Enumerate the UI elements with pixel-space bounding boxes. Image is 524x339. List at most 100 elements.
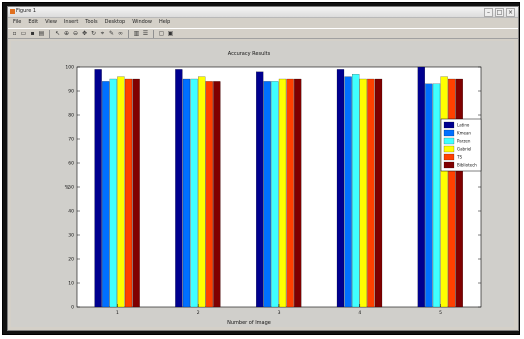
y-tick-label: 40 (68, 209, 74, 215)
bar (425, 83, 433, 308)
bar (448, 78, 456, 308)
data-cursor-icon[interactable]: ⌖ (99, 30, 106, 37)
legend-swatch (443, 153, 455, 161)
bar (455, 78, 463, 308)
legend-swatch (443, 161, 455, 169)
menu-edit[interactable]: Edit (28, 18, 38, 27)
bar (417, 66, 425, 308)
close-button[interactable]: × (506, 8, 515, 17)
toolbar-separator (49, 29, 50, 38)
figure-canvas: Accuracy Results Number of Image % 0 10 20… (11, 41, 514, 327)
bar (374, 78, 383, 308)
y-tick-label: 10 (68, 281, 74, 287)
bar (109, 78, 117, 308)
rotate-icon[interactable]: ↻ (90, 30, 97, 37)
x-tick-label: 4 (358, 310, 361, 316)
bar (294, 78, 302, 308)
open-file-icon[interactable]: ▭ (20, 30, 27, 37)
y-tick-label: 100 (65, 65, 74, 71)
bar (286, 78, 294, 308)
brush-icon[interactable]: ✎ (108, 30, 115, 37)
y-tick-label: 30 (68, 233, 74, 239)
x-tick-label: 2 (197, 310, 200, 316)
legend-swatch (443, 145, 455, 153)
y-tick-label: 70 (68, 137, 74, 143)
legend-swatch (443, 129, 455, 137)
bar (263, 81, 271, 308)
legend-label: Latino (457, 123, 470, 128)
minimize-button[interactable]: – (484, 8, 493, 17)
bar (124, 78, 133, 308)
menu-file[interactable]: File (13, 18, 21, 27)
y-tick-label: 80 (68, 113, 74, 119)
zoom-in-icon[interactable]: ⊕ (63, 30, 70, 37)
colorbar-icon[interactable]: ▥ (133, 30, 140, 37)
edit-plot-icon[interactable]: ↖ (54, 30, 61, 37)
menu-tools[interactable]: Tools (85, 18, 97, 27)
title-bar: Figure 1 – □ × (8, 7, 518, 18)
menu-desktop[interactable]: Desktop (105, 18, 126, 27)
show-tools-icon[interactable]: ▣ (167, 30, 174, 37)
legend-label: Kmean (457, 131, 471, 136)
matlab-icon (10, 9, 15, 14)
legend-label: TS (456, 155, 462, 160)
bar (117, 76, 125, 308)
bar (102, 81, 110, 308)
toolbar-separator (128, 29, 129, 38)
menu-insert[interactable]: Insert (64, 18, 78, 27)
bar (336, 69, 345, 308)
window-title: Figure 1 (16, 8, 37, 14)
chart-title: Accuracy Results (228, 51, 271, 57)
window-controls: – □ × (484, 8, 515, 17)
bar (440, 76, 448, 308)
bar (344, 76, 352, 308)
y-tick-label: 50 (68, 185, 74, 191)
pan-icon[interactable]: ✥ (81, 30, 88, 37)
bar (94, 69, 102, 308)
hide-tools-icon[interactable]: ▢ (158, 30, 165, 37)
y-tick-label: 0 (71, 305, 74, 311)
y-tick-label: 20 (68, 257, 74, 263)
bar (175, 69, 183, 308)
bar (367, 78, 375, 308)
bar (278, 78, 287, 308)
bar (256, 71, 264, 308)
save-icon[interactable]: ▪ (29, 30, 36, 37)
y-tick-label: 60 (68, 161, 74, 167)
y-tick-label: 90 (68, 89, 74, 95)
legend-label: Gabriel (457, 147, 471, 152)
bar-chart: Accuracy Results Number of Image % 01020… (65, 51, 482, 326)
menu-bar: File Edit View Insert Tools Desktop Wind… (8, 18, 518, 27)
bar (198, 76, 206, 308)
bar (432, 83, 441, 308)
legend-label: Parzen (457, 139, 471, 144)
new-figure-icon[interactable]: ▫ (11, 30, 18, 37)
zoom-out-icon[interactable]: ⊖ (72, 30, 79, 37)
figure-toolbar: ▫ ▭ ▪ ▤ ↖ ⊕ ⊖ ✥ ↻ ⌖ ✎ ∞ ▥ ☰ ▢ ▣ (8, 28, 518, 39)
maximize-button[interactable]: □ (495, 8, 504, 17)
menu-help[interactable]: Help (159, 18, 170, 27)
toolbar-separator (153, 29, 154, 38)
legend-swatch (443, 121, 455, 129)
link-icon[interactable]: ∞ (117, 30, 124, 37)
legend-swatch (443, 137, 455, 145)
x-tick-label: 5 (439, 310, 442, 316)
bar (352, 74, 360, 308)
bar (132, 78, 140, 308)
screenshot-frame: Figure 1 – □ × File Edit View Insert Too… (2, 2, 520, 335)
bar (359, 78, 367, 308)
bar (213, 81, 221, 308)
bar (271, 81, 279, 308)
bar (205, 81, 213, 308)
menu-view[interactable]: View (45, 18, 57, 27)
print-icon[interactable]: ▤ (38, 30, 45, 37)
bar (190, 78, 198, 308)
legend-label: Bibliotech (457, 163, 477, 168)
menu-window[interactable]: Window (132, 18, 152, 27)
legend-icon[interactable]: ☰ (142, 30, 149, 37)
x-axis-label: Number of Image (227, 320, 271, 326)
x-tick-label: 1 (116, 310, 119, 316)
bar (182, 78, 191, 308)
x-tick-label: 3 (278, 310, 281, 316)
figure-window: Figure 1 – □ × File Edit View Insert Too… (7, 6, 519, 331)
